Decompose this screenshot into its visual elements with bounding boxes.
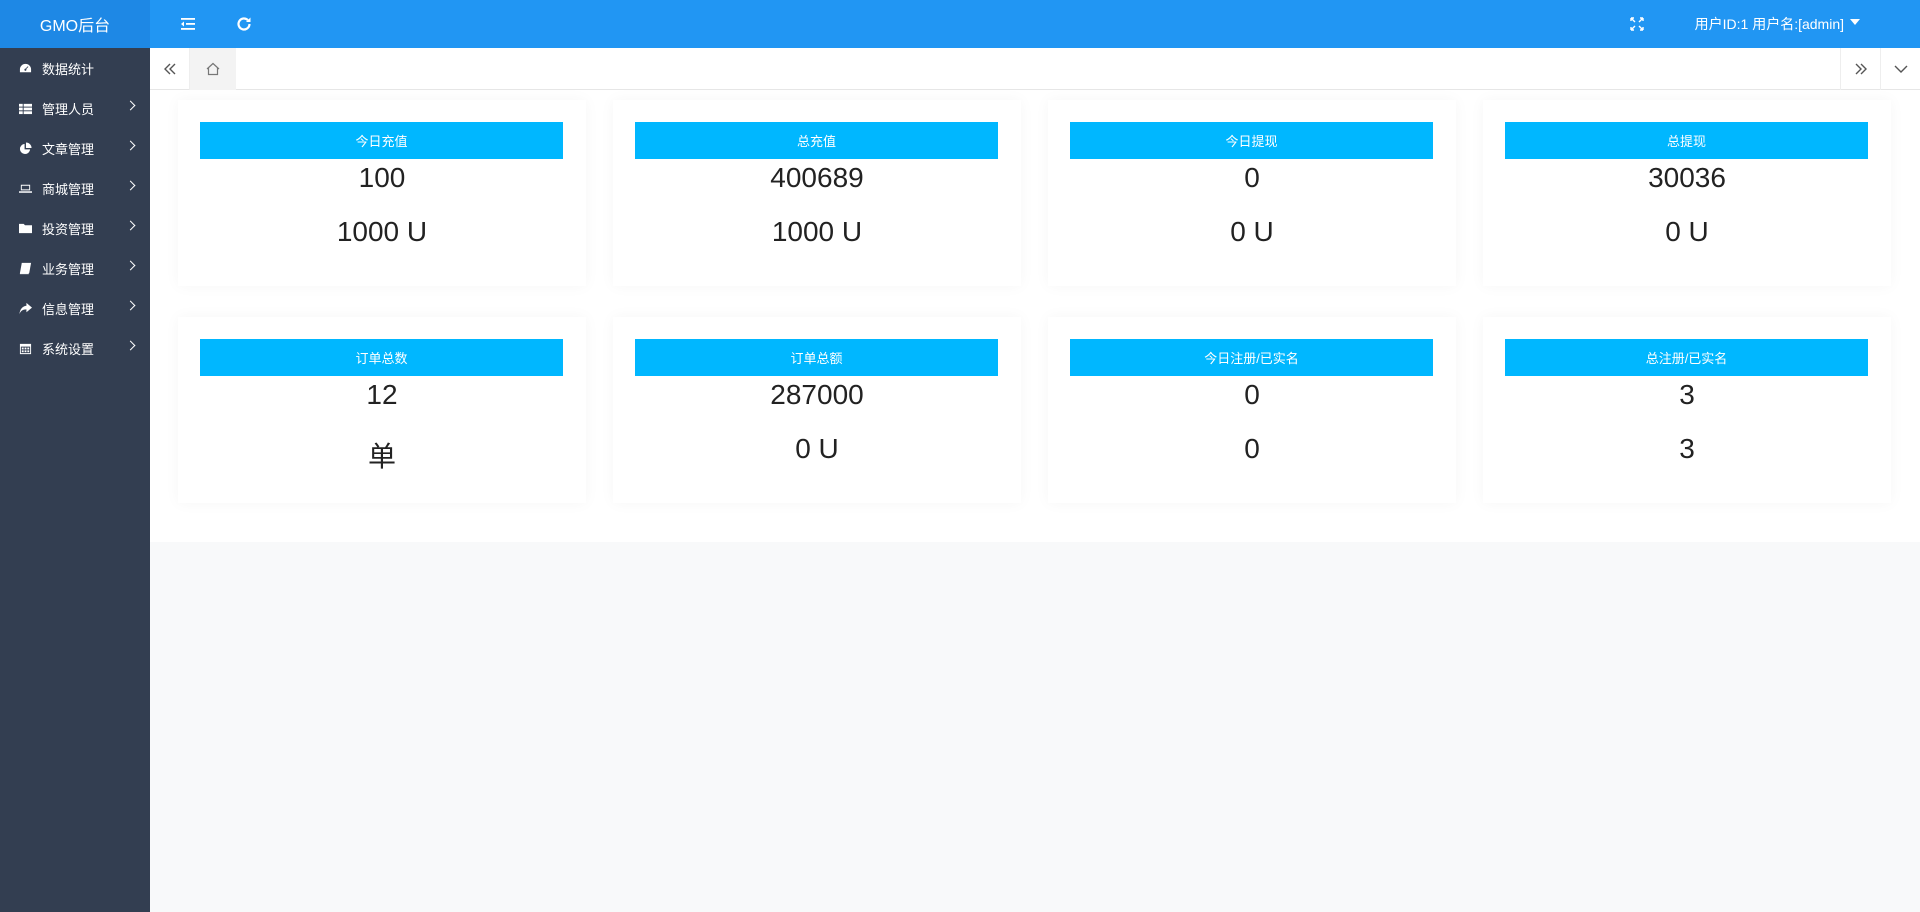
- sidebar-item-admins[interactable]: 管理人员: [0, 88, 150, 128]
- caret-down-icon: [1850, 19, 1860, 25]
- laptop-icon: [18, 181, 32, 195]
- sidebar-item-label: 业务管理: [42, 261, 95, 277]
- stat-card-title: 今日提现: [1070, 122, 1433, 159]
- tab-scroll-left-button[interactable]: [150, 48, 190, 90]
- calendar-icon: [18, 341, 32, 355]
- sidebar-item-label: 文章管理: [42, 141, 95, 157]
- stat-card-subvalue: 0 U: [795, 433, 839, 464]
- chevron-right-icon: [125, 300, 136, 311]
- user-label: 用户ID:1 用户名:[admin]: [1694, 16, 1844, 32]
- toggle-sidebar-button[interactable]: [160, 0, 216, 48]
- stat-card: 今日充值 100 1000 U: [178, 100, 586, 286]
- sidebar-item-settings[interactable]: 系统设置: [0, 328, 150, 368]
- stat-card-value: 30036: [1648, 162, 1726, 193]
- tab-options-button[interactable]: [1880, 48, 1920, 90]
- stat-card-title: 订单总额: [635, 339, 998, 376]
- grid-icon: [18, 101, 32, 115]
- sidebar-item-business[interactable]: 业务管理: [0, 248, 150, 288]
- home-icon: [206, 62, 220, 76]
- user-menu[interactable]: 用户ID:1 用户名:[admin]: [1665, 0, 1920, 48]
- sidebar-item-stats[interactable]: 数据统计: [0, 48, 150, 88]
- sidebar: 数据统计 管理人员 文章管理 商城管理 投资管理 业务管理 信息管理 系统设置: [0, 48, 150, 912]
- fullscreen-button[interactable]: [1609, 0, 1665, 48]
- sidebar-item-info[interactable]: 信息管理: [0, 288, 150, 328]
- folder-icon: [18, 221, 32, 235]
- sidebar-item-label: 投资管理: [42, 221, 95, 237]
- refresh-button[interactable]: [216, 0, 272, 48]
- main-content: 今日充值 100 1000 U 总充值 400689 1000 U 今日提现 0…: [150, 90, 1920, 912]
- stat-card-value: 100: [358, 162, 406, 193]
- share-icon: [18, 301, 32, 315]
- sidebar-item-label: 系统设置: [42, 341, 95, 357]
- refresh-icon: [237, 17, 251, 31]
- stat-card: 总充值 400689 1000 U: [613, 100, 1021, 286]
- tab-bar: [150, 48, 1920, 90]
- sidebar-item-label: 数据统计: [42, 61, 95, 77]
- dashboard-icon: [18, 61, 32, 75]
- stat-card-value: 3: [1679, 379, 1695, 410]
- stat-card-title: 总充值: [635, 122, 998, 159]
- stat-card: 总提现 30036 0 U: [1483, 100, 1891, 286]
- stat-card: 今日提现 0 0 U: [1048, 100, 1456, 286]
- fullscreen-icon: [1629, 17, 1644, 31]
- stat-card: 总注册/已实名 3 3: [1483, 317, 1891, 503]
- tab-scroll-right-button[interactable]: [1840, 48, 1880, 90]
- stat-card-title: 今日充值: [200, 122, 563, 159]
- stat-card-subvalue: 单: [367, 441, 396, 472]
- double-chevron-left-icon: [163, 63, 175, 75]
- chevron-right-icon: [125, 340, 136, 351]
- chevron-right-icon: [125, 100, 136, 111]
- stat-card: 订单总额 287000 0 U: [613, 317, 1021, 503]
- pie-chart-icon: [18, 141, 32, 155]
- double-chevron-right-icon: [1855, 63, 1867, 75]
- stat-card-value: 287000: [770, 379, 864, 410]
- stat-card-subvalue: 3: [1679, 433, 1695, 464]
- sidebar-item-label: 信息管理: [42, 301, 95, 317]
- top-header: GMO后台 用户ID:1 用户名:[admin]: [0, 0, 1920, 48]
- stat-card-title: 订单总数: [200, 339, 563, 376]
- chevron-down-icon: [1894, 65, 1907, 73]
- header-right: 用户ID:1 用户名:[admin]: [1609, 0, 1920, 48]
- chevron-right-icon: [125, 180, 136, 191]
- stat-card-subvalue: 0 U: [1665, 216, 1709, 247]
- stat-card-value: 0: [1244, 379, 1260, 410]
- chevron-right-icon: [125, 220, 136, 231]
- stat-card-subvalue: 1000 U: [771, 216, 863, 247]
- stat-card: 订单总数 12 单: [178, 317, 586, 503]
- chevron-right-icon: [125, 260, 136, 271]
- stat-card-subvalue: 1000 U: [336, 216, 428, 247]
- stat-card-value: 0: [1244, 162, 1260, 193]
- sidebar-item-investment[interactable]: 投资管理: [0, 208, 150, 248]
- sidebar-item-articles[interactable]: 文章管理: [0, 128, 150, 168]
- stat-card-value: 12: [366, 379, 398, 410]
- stat-card-subvalue: 0: [1244, 433, 1260, 464]
- book-icon: [18, 261, 32, 275]
- sidebar-item-label: 管理人员: [42, 101, 95, 117]
- chevron-right-icon: [125, 140, 136, 151]
- sidebar-item-shop[interactable]: 商城管理: [0, 168, 150, 208]
- stat-card-subvalue: 0 U: [1230, 216, 1274, 247]
- stat-card: 今日注册/已实名 0 0: [1048, 317, 1456, 503]
- sidebar-item-label: 商城管理: [42, 181, 95, 197]
- stat-card-value: 400689: [770, 162, 864, 193]
- menu-fold-icon: [181, 18, 195, 30]
- stat-card-title: 今日注册/已实名: [1070, 339, 1433, 376]
- tab-home[interactable]: [190, 48, 236, 90]
- stat-card-title: 总注册/已实名: [1505, 339, 1868, 376]
- stats-panel: 今日充值 100 1000 U 总充值 400689 1000 U 今日提现 0…: [150, 90, 1920, 542]
- stat-card-title: 总提现: [1505, 122, 1868, 159]
- app-logo[interactable]: GMO后台: [0, 0, 150, 48]
